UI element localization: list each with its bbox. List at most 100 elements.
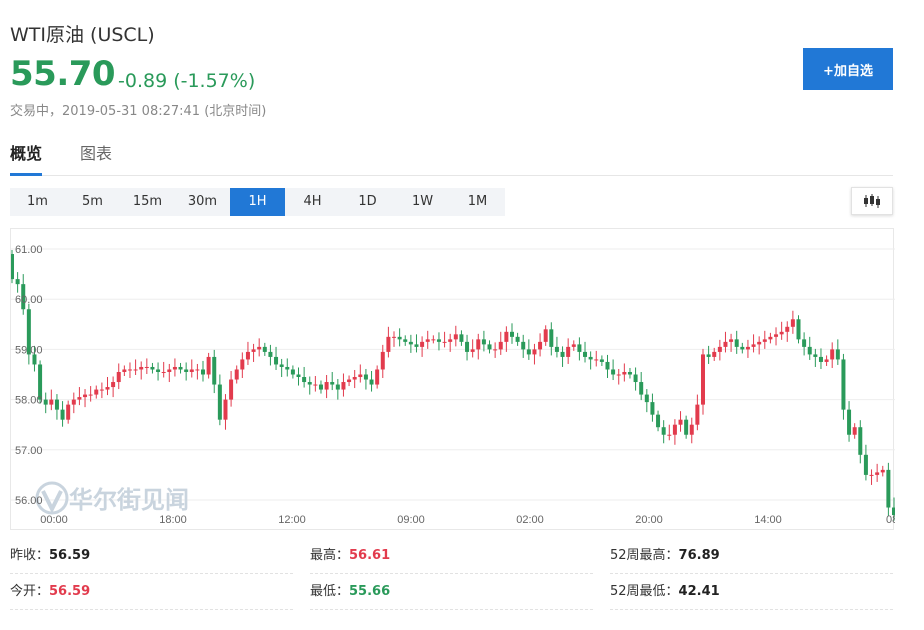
candle (420, 336, 425, 357)
candle (757, 336, 762, 355)
candle (515, 332, 520, 346)
candle-body (212, 356, 217, 385)
interval-4h[interactable]: 4H (285, 188, 340, 216)
candle-body (436, 339, 441, 342)
candle-body (279, 364, 284, 367)
candle-body (706, 354, 711, 357)
interval-5m[interactable]: 5m (65, 188, 120, 216)
candle-body (408, 341, 413, 345)
interval-15m[interactable]: 15m (120, 188, 175, 216)
stat-label: 52周最低： (610, 584, 679, 599)
candle-body (796, 319, 801, 340)
candle (49, 389, 54, 411)
interval-1d[interactable]: 1D (340, 188, 395, 216)
candle (347, 375, 352, 387)
candle-body (358, 374, 363, 378)
candle-body (318, 384, 323, 390)
candle-body (734, 339, 739, 347)
candle-body (639, 382, 644, 395)
candle (341, 373, 346, 397)
candle-body (667, 434, 672, 436)
watermark-text: 华尔街见闻 (69, 485, 189, 514)
candle-body (745, 346, 750, 350)
candle (785, 321, 790, 342)
candle (678, 411, 683, 432)
interval-1m[interactable]: 1m (10, 188, 65, 216)
candle-body (852, 427, 857, 435)
candle-body (465, 341, 470, 352)
watermark: 华尔街见闻 (35, 481, 189, 515)
candle (622, 363, 627, 382)
candle-body (257, 346, 262, 350)
candle (605, 354, 610, 379)
chart-type-button[interactable] (851, 187, 893, 215)
candle (139, 361, 144, 380)
candle-body (397, 336, 402, 340)
stat-52w-high: 52周最高：76.89 (610, 538, 893, 574)
candle-body (448, 339, 453, 342)
candle (431, 335, 436, 344)
candle (813, 348, 818, 367)
candle-body (403, 339, 408, 342)
candle-body (566, 346, 571, 357)
y-tick-label: 59.00 (15, 344, 43, 356)
candle (476, 333, 481, 360)
tab-overview[interactable]: 概览 (10, 142, 43, 176)
candle (824, 355, 829, 366)
candle-body (386, 336, 391, 352)
candle (526, 339, 531, 360)
candle (178, 362, 183, 374)
candle-body (521, 341, 526, 350)
tab-chart[interactable]: 图表 (80, 142, 112, 176)
candle-body (296, 374, 301, 378)
candle-body (644, 394, 649, 403)
candle-body (712, 351, 717, 357)
candle-body (11, 254, 14, 280)
candle (285, 358, 290, 377)
candle-body (223, 399, 228, 420)
candle-body (54, 399, 59, 410)
candle (627, 367, 632, 379)
candle-body (139, 366, 144, 370)
interval-30m[interactable]: 30m (175, 188, 230, 216)
candle (392, 331, 397, 347)
candle-body (268, 351, 273, 357)
candle (99, 382, 104, 399)
candle (745, 339, 750, 358)
add-to-watchlist-button[interactable]: +加自选 (803, 48, 893, 90)
candle (77, 387, 82, 406)
candle (408, 334, 413, 353)
candle (111, 376, 116, 398)
candle (144, 358, 149, 374)
candle-body (678, 419, 683, 425)
interval-1h[interactable]: 1H (230, 188, 285, 216)
candle (661, 420, 666, 444)
candle-body (538, 341, 543, 350)
candle-body (105, 387, 110, 390)
candle (790, 310, 795, 334)
y-tick-label: 56.00 (15, 495, 43, 507)
interval-1w[interactable]: 1W (395, 188, 450, 216)
candle (841, 353, 846, 420)
price-chart[interactable]: 华尔街见闻 61.00 60.00 59.00 58.00 57.00 56.00 00:… (10, 228, 895, 530)
candle-body (622, 371, 627, 375)
candle-body (49, 399, 54, 405)
candle (206, 352, 211, 379)
candle (875, 463, 880, 482)
candle (858, 420, 863, 464)
tab-bar: 概览 图表 (10, 142, 893, 176)
candle (83, 389, 88, 408)
candle-body (380, 351, 385, 370)
candle (279, 358, 284, 378)
candle-body (150, 366, 155, 370)
candle-body (60, 409, 65, 420)
candle-body (133, 369, 138, 371)
candle (684, 415, 689, 439)
candle (869, 469, 874, 485)
candle-body (290, 369, 295, 375)
candle (740, 342, 745, 354)
candle-body (880, 469, 885, 473)
candle (262, 342, 267, 356)
interval-1mo[interactable]: 1M (450, 188, 505, 216)
candle-body (886, 469, 891, 508)
